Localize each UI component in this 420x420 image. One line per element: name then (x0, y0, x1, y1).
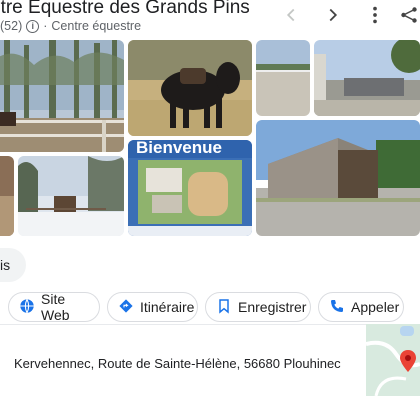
address-text[interactable]: Kervehennec, Route de Sainte-Hélène, 566… (14, 356, 341, 371)
map-pin-icon (400, 350, 416, 377)
directions-button[interactable]: Itinéraire (107, 292, 198, 322)
website-label: Site Web (41, 291, 70, 323)
globe-icon (19, 298, 35, 317)
phone-icon (329, 298, 345, 317)
rating-count[interactable]: (52) (0, 19, 22, 33)
rating-line: (52) i · Centre équestre (0, 19, 141, 33)
place-title: ntre Équestre des Grands Pins (0, 0, 250, 18)
reviews-fragment[interactable]: is (0, 257, 10, 273)
more-vert-icon[interactable] (364, 4, 386, 26)
photo-stables[interactable] (314, 40, 420, 116)
photo-partial[interactable] (0, 156, 14, 236)
photo-black-pony[interactable] (128, 40, 252, 136)
directions-label: Itinéraire (140, 299, 195, 315)
website-button[interactable]: Site Web (8, 291, 100, 323)
photo-forest-paddock[interactable] (0, 40, 124, 152)
info-icon[interactable]: i (26, 19, 40, 33)
photo-snow[interactable] (18, 156, 124, 236)
photo-barn[interactable] (256, 120, 420, 236)
bookmark-icon (216, 298, 232, 317)
photo-arena[interactable] (256, 40, 310, 116)
directions-icon (118, 298, 134, 317)
mini-map[interactable] (366, 324, 420, 396)
share-icon[interactable] (398, 4, 420, 26)
separator: · (43, 19, 48, 33)
place-category: Centre équestre (51, 19, 142, 33)
save-button[interactable]: Enregistrer (205, 292, 311, 322)
call-button[interactable]: Appeler (318, 292, 404, 322)
sign-text: Bienvenue (136, 140, 222, 157)
chevron-left-icon[interactable] (280, 4, 302, 26)
chevron-right-icon[interactable] (322, 4, 344, 26)
divider (0, 324, 420, 325)
photo-welcome-sign[interactable]: Bienvenue (128, 140, 252, 236)
call-label: Appeler (351, 299, 400, 315)
save-label: Enregistrer (238, 299, 307, 315)
